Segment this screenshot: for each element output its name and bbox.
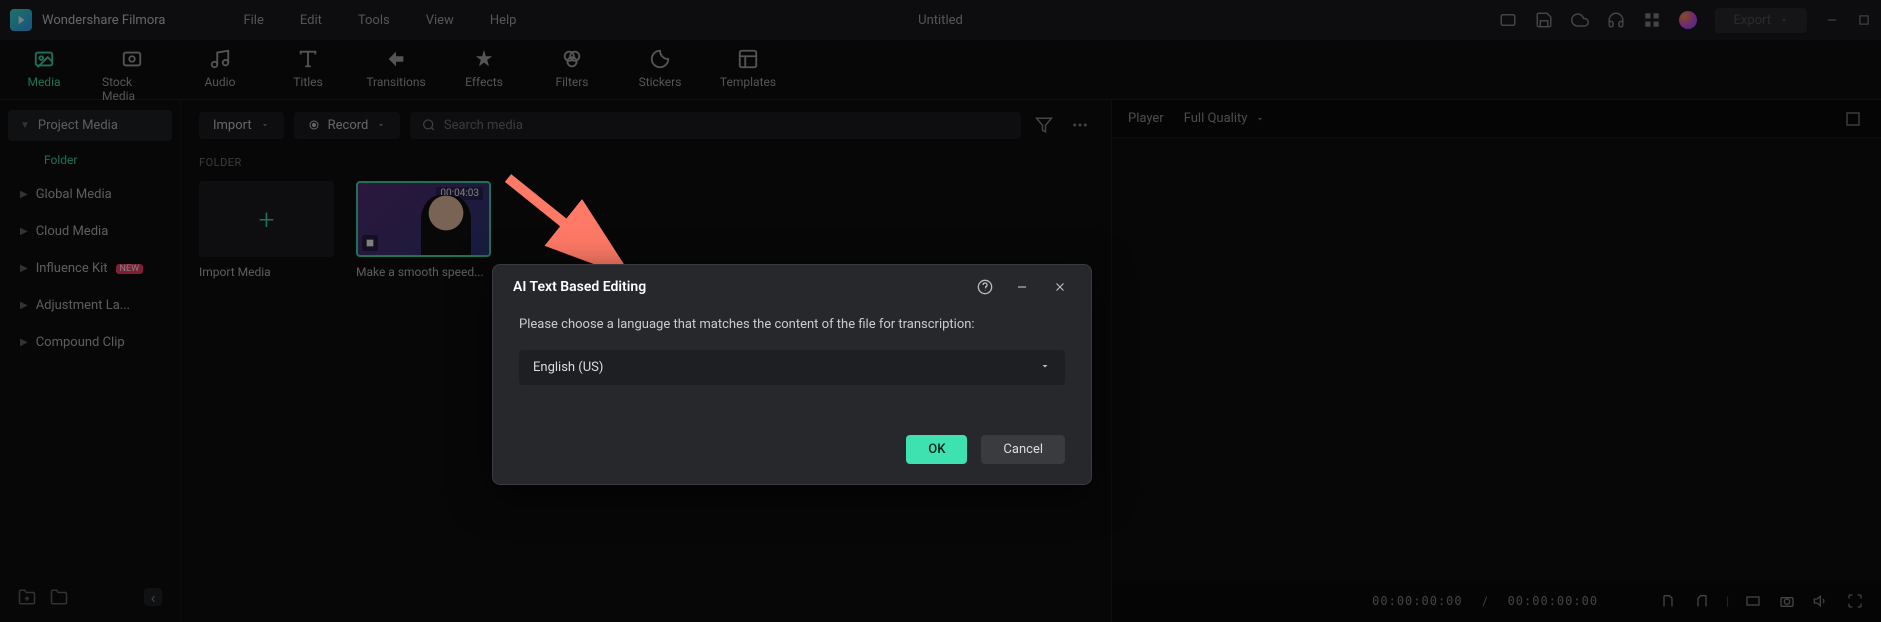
language-value: English (US) bbox=[533, 360, 603, 375]
dialog-body: Please choose a language that matches th… bbox=[493, 309, 1091, 405]
close-icon[interactable] bbox=[1053, 280, 1071, 294]
dialog-message: Please choose a language that matches th… bbox=[519, 317, 1065, 332]
language-select[interactable]: English (US) bbox=[519, 350, 1065, 385]
dialog-header: AI Text Based Editing bbox=[493, 265, 1091, 309]
help-icon[interactable] bbox=[977, 279, 995, 295]
ok-button[interactable]: OK bbox=[906, 435, 967, 464]
chevron-down-icon bbox=[1039, 360, 1051, 372]
dialog-footer: OK Cancel bbox=[493, 405, 1091, 484]
minimize-dialog-icon[interactable] bbox=[1015, 280, 1033, 294]
ai-text-editing-dialog: AI Text Based Editing Please choose a la… bbox=[492, 264, 1092, 485]
dialog-title: AI Text Based Editing bbox=[513, 279, 646, 295]
cancel-button[interactable]: Cancel bbox=[981, 435, 1065, 464]
